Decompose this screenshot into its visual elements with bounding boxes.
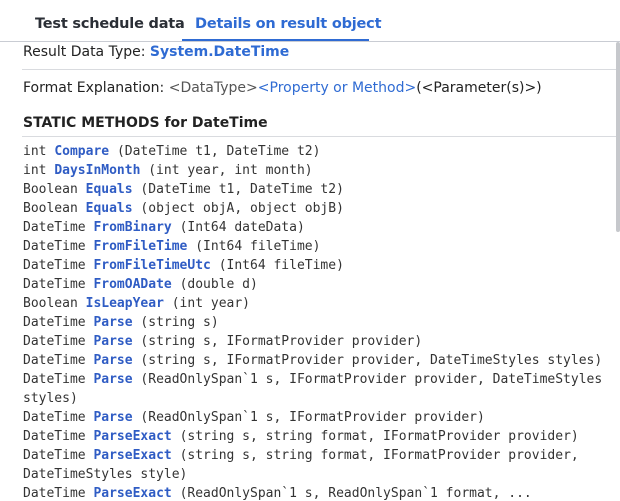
method-return-type: DateTime (23, 486, 86, 501)
method-arguments: (DateTime t1, DateTime t2) (116, 144, 321, 159)
method-row: DateTime ParseExact (string s, string fo… (23, 446, 613, 484)
method-name: Equals (85, 201, 133, 216)
method-row: DateTime Parse (string s, IFormatProvide… (23, 351, 613, 370)
method-row: int DaysInMonth (int year, int month) (23, 161, 613, 180)
method-arguments: (string s, IFormatProvider provider) (140, 334, 423, 349)
method-return-type: Boolean (23, 182, 78, 197)
method-return-type: DateTime (23, 315, 86, 330)
method-arguments: (Int64 fileTime) (218, 258, 344, 273)
method-name: Parse (93, 334, 133, 349)
method-return-type: DateTime (23, 410, 86, 425)
tab-details-on-result-object[interactable]: Details on result object (195, 16, 382, 32)
method-return-type: DateTime (23, 429, 86, 444)
method-arguments: (Int64 dateData) (179, 220, 305, 235)
method-return-type: int (23, 163, 47, 178)
method-return-type: DateTime (23, 220, 86, 235)
method-return-type: DateTime (23, 239, 86, 254)
method-return-type: DateTime (23, 334, 86, 349)
method-name: ParseExact (93, 429, 172, 444)
method-arguments: (double d) (179, 277, 258, 292)
result-data-type-label: Result Data Type: (23, 44, 150, 60)
method-row: DateTime Parse (string s, IFormatProvide… (23, 332, 613, 351)
method-row: DateTime FromOADate (double d) (23, 275, 613, 294)
method-row: Boolean Equals (DateTime t1, DateTime t2… (23, 180, 613, 199)
method-name: FromFileTimeUtc (93, 258, 211, 273)
method-row: DateTime Parse (ReadOnlySpan`1 s, IForma… (23, 408, 613, 427)
result-data-type: Result Data Type: System.DateTime (23, 44, 289, 60)
method-arguments: (DateTime t1, DateTime t2) (140, 182, 344, 197)
details-panel: Result Data Type: System.DateTime Format… (22, 42, 620, 501)
format-datatype: <DataType> (168, 80, 258, 96)
method-name: Parse (93, 372, 133, 387)
method-return-type: DateTime (23, 258, 86, 273)
format-explanation: Format Explanation: <DataType><Property … (23, 80, 542, 96)
method-row: DateTime ParseExact (string s, string fo… (23, 427, 613, 446)
method-name: FromOADate (93, 277, 172, 292)
format-params: (<Parameter(s)>) (416, 80, 542, 96)
method-row: Boolean Equals (object objA, object objB… (23, 199, 613, 218)
method-return-type: DateTime (23, 372, 86, 387)
method-row: DateTime Parse (ReadOnlySpan`1 s, IForma… (23, 370, 613, 408)
method-name: ParseExact (93, 448, 172, 463)
method-row: DateTime FromBinary (Int64 dateData) (23, 218, 613, 237)
method-arguments: (Int64 fileTime) (195, 239, 321, 254)
method-arguments: (string s, string format, IFormatProvide… (179, 429, 579, 444)
method-name: FromFileTime (93, 239, 188, 254)
method-arguments: (string s) (140, 315, 219, 330)
method-arguments: (ReadOnlySpan`1 s, IFormatProvider provi… (140, 410, 485, 425)
tab-test-schedule-data[interactable]: Test schedule data (35, 16, 185, 32)
tab-bar: Test schedule data Details on result obj… (0, 0, 620, 42)
method-name: Compare (54, 144, 110, 159)
format-property: <Property or Method> (257, 80, 417, 96)
format-label: Format Explanation: (23, 80, 169, 96)
method-arguments: (int year) (171, 296, 251, 311)
method-arguments: (string s, IFormatProvider provider, Dat… (140, 353, 603, 368)
method-return-type: Boolean (23, 296, 78, 311)
method-name: Parse (93, 410, 133, 425)
method-name: IsLeapYear (85, 296, 164, 311)
result-data-type-value: System.DateTime (149, 44, 290, 60)
method-arguments: (int year, int month) (148, 163, 313, 178)
method-row: Boolean IsLeapYear (int year) (23, 294, 613, 313)
method-row: DateTime ParseExact (ReadOnlySpan`1 s, R… (23, 484, 613, 501)
method-row: DateTime Parse (string s) (23, 313, 613, 332)
method-name: DaysInMonth (54, 163, 141, 178)
method-name: Parse (93, 353, 133, 368)
section-title: STATIC METHODS for DateTime (23, 115, 268, 131)
method-return-type: Boolean (23, 201, 78, 216)
method-row: DateTime FromFileTimeUtc (Int64 fileTime… (23, 256, 613, 275)
method-arguments: (object objA, object objB) (140, 201, 344, 216)
method-return-type: int (23, 144, 47, 159)
method-name: Equals (85, 182, 133, 197)
method-name: FromBinary (93, 220, 172, 235)
method-return-type: DateTime (23, 277, 86, 292)
active-tab-indicator (182, 39, 369, 41)
methods-list: int Compare (DateTime t1, DateTime t2) in… (23, 142, 613, 501)
method-row: int Compare (DateTime t1, DateTime t2) (23, 142, 613, 161)
method-return-type: DateTime (23, 448, 86, 463)
divider (22, 136, 616, 137)
method-name: ParseExact (93, 486, 172, 501)
method-name: Parse (93, 315, 133, 330)
method-arguments: (ReadOnlySpan`1 s, ReadOnlySpan`1 format… (179, 486, 532, 501)
method-return-type: DateTime (23, 353, 86, 368)
divider (22, 69, 616, 70)
method-row: DateTime FromFileTime (Int64 fileTime) (23, 237, 613, 256)
